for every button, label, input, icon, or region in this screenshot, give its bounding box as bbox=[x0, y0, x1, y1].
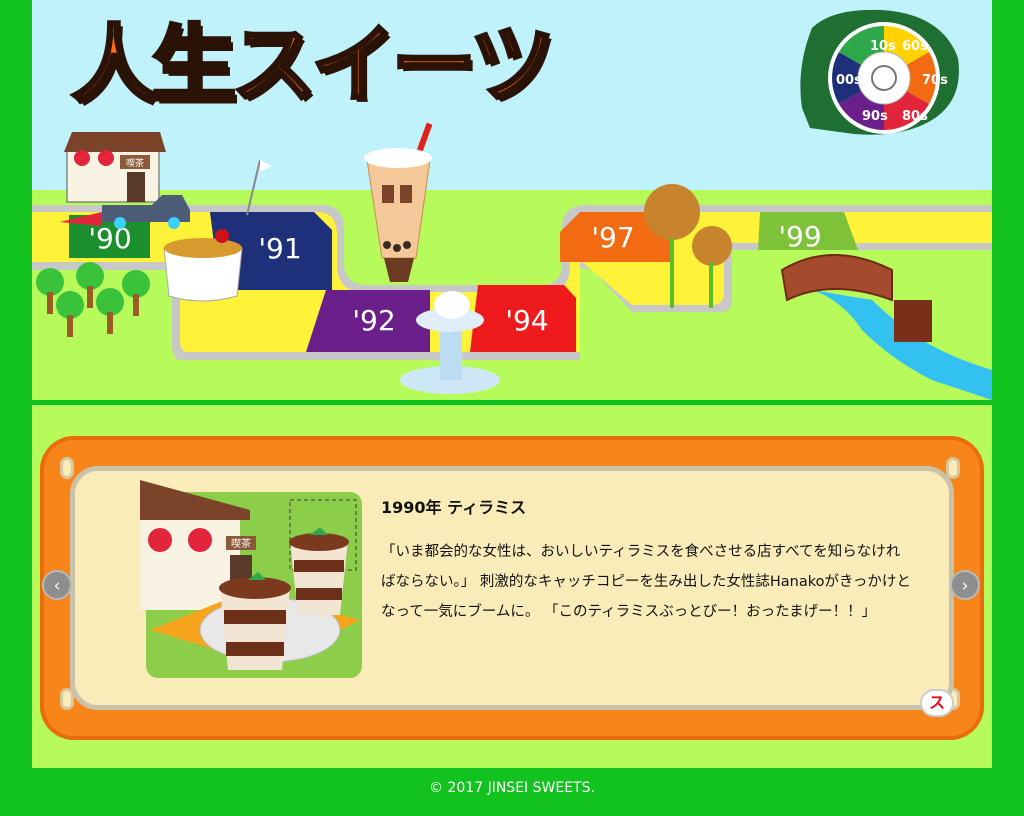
spinner-svg: 10s 60s 70s 80s 90s 00s bbox=[800, 9, 959, 135]
sweet-description: 「いま都会的な女性は、おいしいティラミスを食べさせる店すべてを知らなければならな… bbox=[381, 544, 911, 620]
spinner-90s: 90s bbox=[862, 109, 888, 124]
tiramisu-illustration: 喫茶 bbox=[140, 480, 366, 680]
game-board: '90 '91 '92 '94 '97 '99 喫茶 人生スイーツ 10s 60… bbox=[32, 0, 992, 400]
logo-title: 人生スイーツ bbox=[70, 14, 556, 116]
spinner-70s: 70s bbox=[922, 73, 948, 88]
spinner-60s: 60s bbox=[902, 39, 928, 54]
spinner-80s: 80s bbox=[902, 109, 928, 124]
spinner-00s: 00s bbox=[836, 73, 862, 88]
cafe-sign: 喫茶 bbox=[126, 157, 144, 169]
game-logo: 人生スイーツ bbox=[70, 10, 592, 120]
footer-copyright: © 2017 JINSEI SWEETS. bbox=[429, 780, 595, 796]
tile-91-label: '91 bbox=[258, 232, 301, 265]
next-arrow-button[interactable]: › bbox=[950, 570, 980, 600]
cafe-shop: 喫茶 bbox=[64, 132, 166, 203]
prev-arrow-button[interactable]: ‹ bbox=[42, 570, 72, 600]
tile-90-label: '90 bbox=[88, 222, 131, 255]
frame-pin bbox=[60, 457, 74, 479]
tile-99-label: '99 bbox=[778, 220, 821, 253]
tiramisu-svg: 喫茶 bbox=[140, 480, 362, 678]
tile-92-label: '92 bbox=[352, 304, 395, 337]
su-badge[interactable]: ス bbox=[920, 689, 954, 717]
tile-94-label: '94 bbox=[505, 304, 548, 337]
frame-pin bbox=[946, 457, 960, 479]
brownie-blocks bbox=[894, 300, 932, 342]
year-spinner[interactable]: 10s 60s 70s 80s 90s 00s bbox=[792, 8, 960, 136]
tile-97-label: '97 bbox=[591, 221, 634, 254]
image-cafe-sign: 喫茶 bbox=[231, 537, 251, 550]
spinner-10s: 10s bbox=[870, 39, 896, 54]
sweet-title: 1990年 ティラミス bbox=[381, 498, 527, 517]
